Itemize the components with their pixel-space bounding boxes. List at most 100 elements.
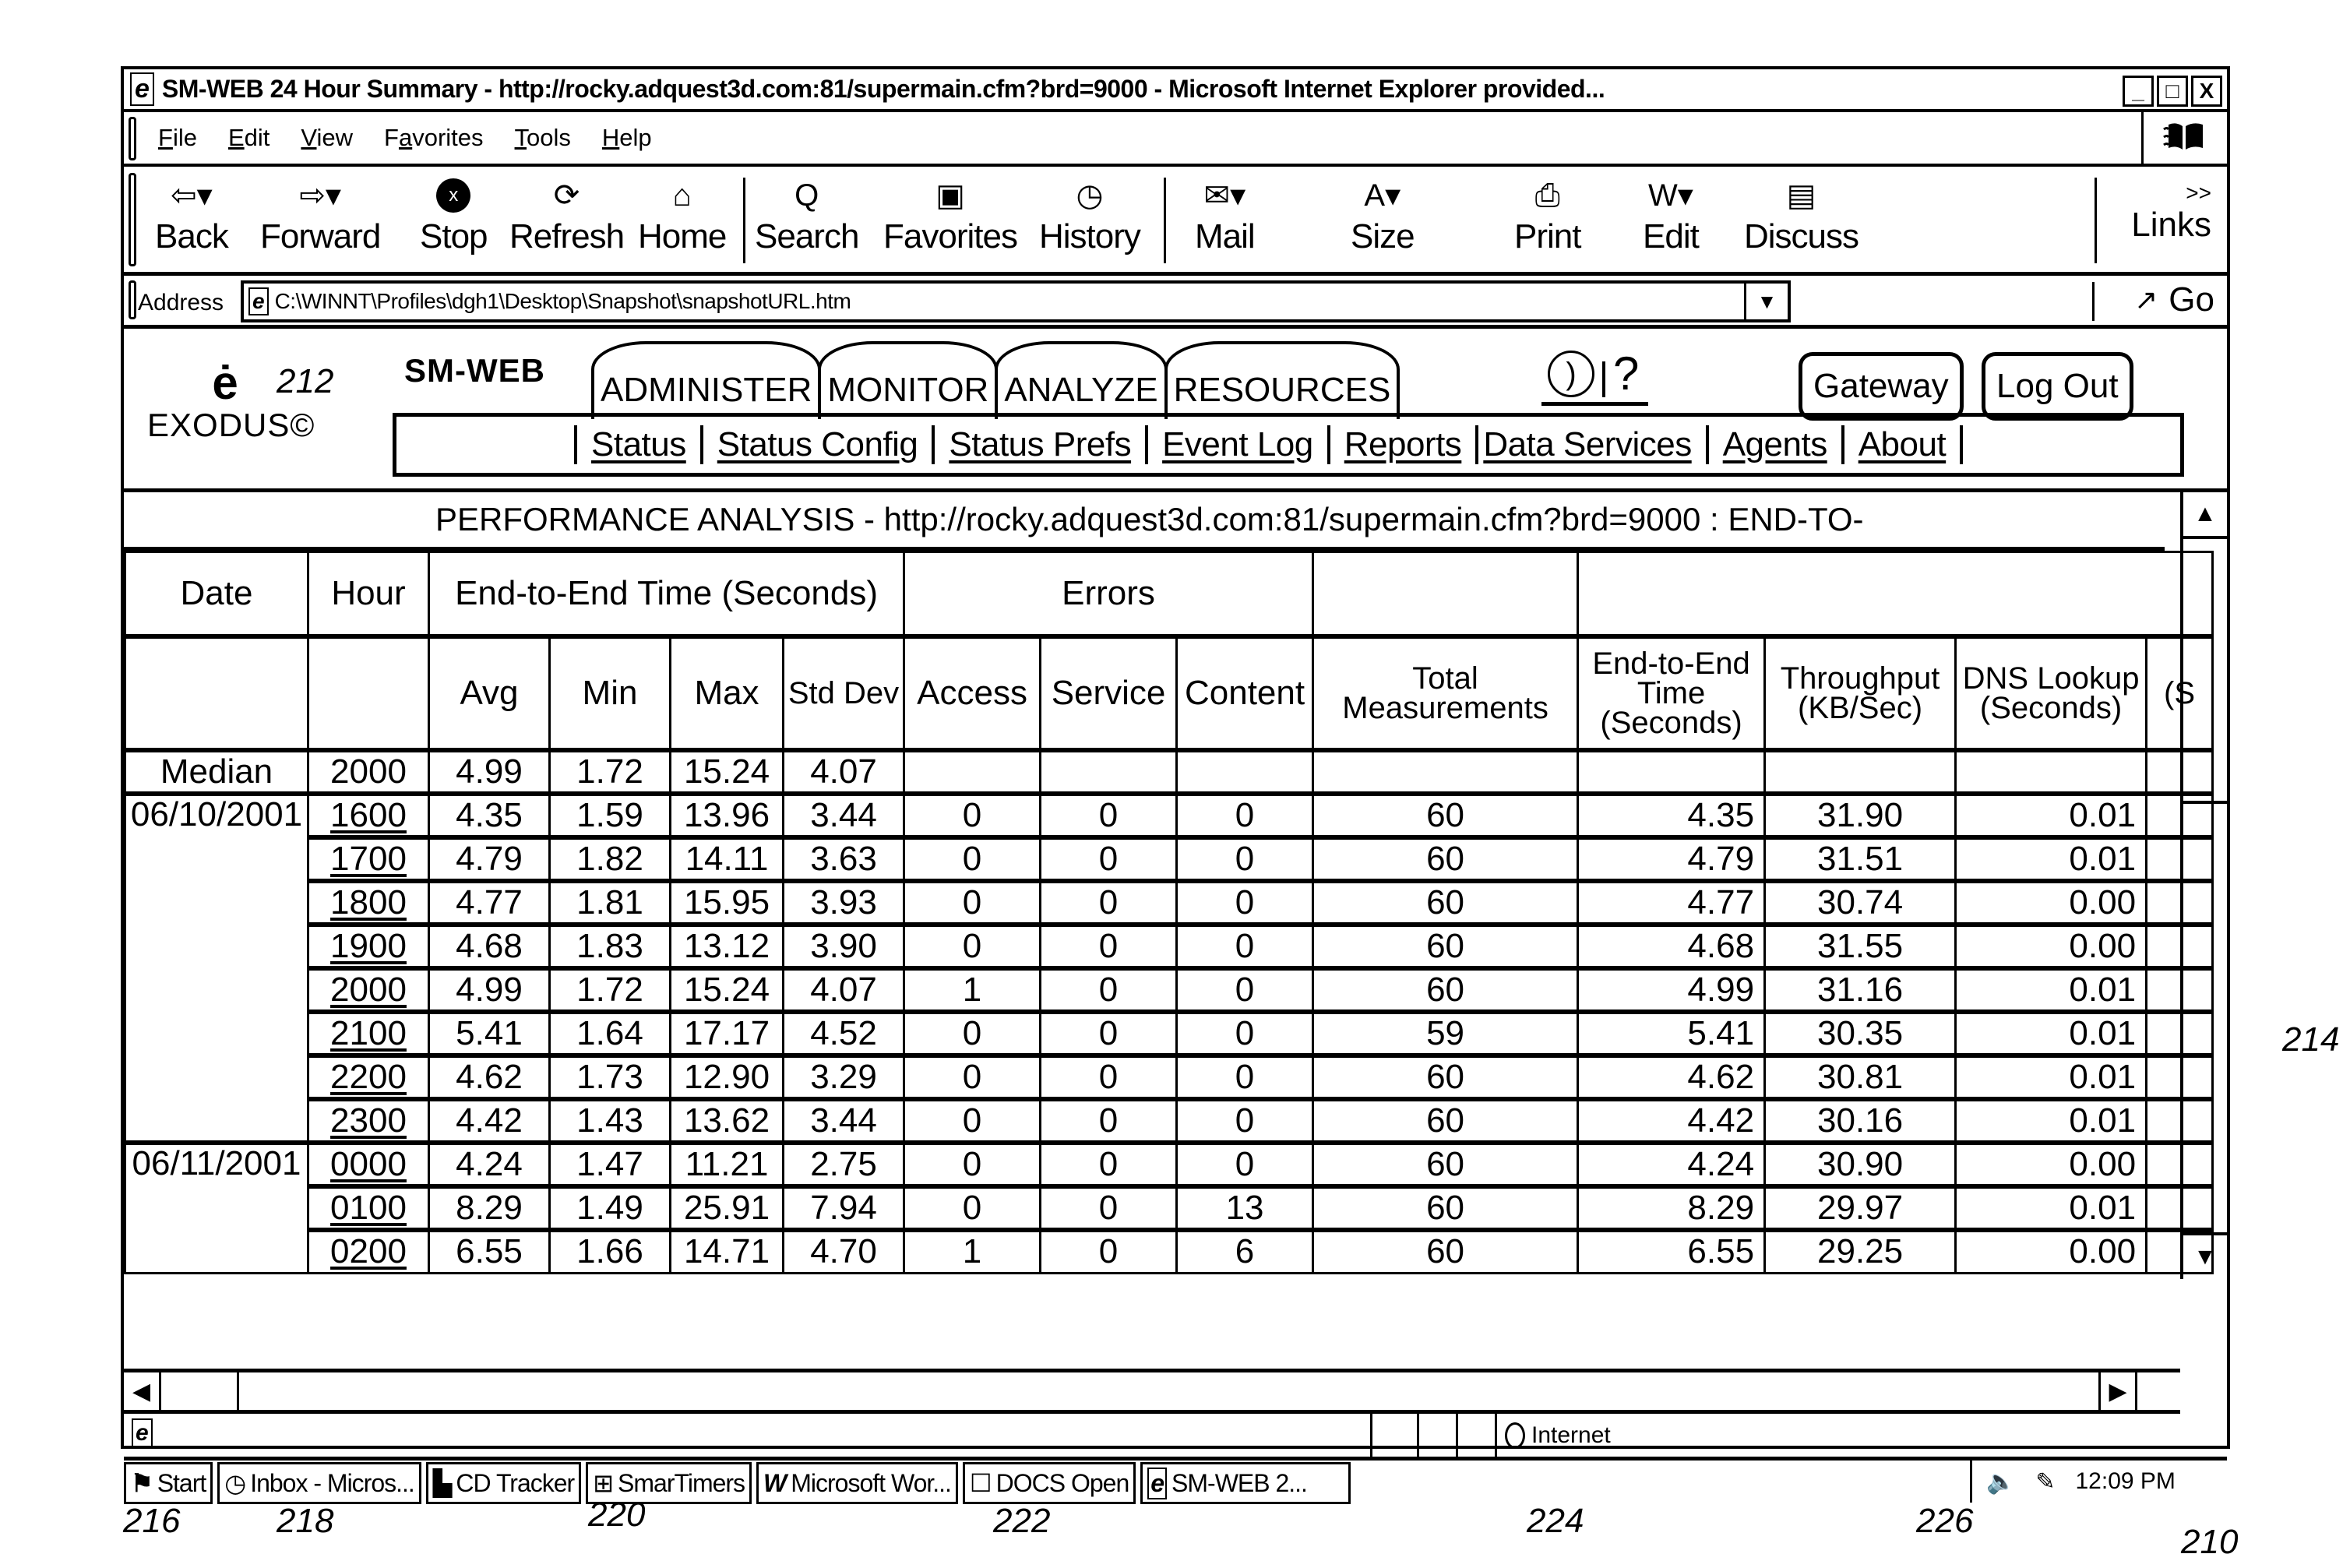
hour-cell[interactable]: 2100	[307, 1009, 430, 1056]
subnav-event-log[interactable]: Event Log	[1162, 425, 1313, 464]
avg-cell: 5.41	[428, 1009, 551, 1056]
history-button[interactable]: ◷ History	[1039, 173, 1141, 255]
hour-cell[interactable]: 1700	[307, 834, 430, 882]
header-total-measurements[interactable]: Total Measurements	[1312, 633, 1580, 751]
favorites-button[interactable]: ▣ Favorites	[883, 173, 1018, 255]
hour-link[interactable]: 0200	[330, 1235, 407, 1271]
menu-view[interactable]: View	[301, 124, 353, 152]
hour-link[interactable]: 0100	[330, 1191, 407, 1227]
tab-analyze[interactable]: ANALYZE	[995, 341, 1168, 419]
stop-button[interactable]: x Stop	[420, 173, 488, 255]
header-max[interactable]: Max	[669, 633, 784, 751]
support-ear-icon[interactable]: )	[1548, 351, 1594, 397]
help-question-icon[interactable]: ?	[1613, 351, 1639, 397]
speaker-icon[interactable]: 🔈	[1986, 1468, 2015, 1496]
header-dns-lookup[interactable]: DNS Lookup (Seconds)	[1954, 633, 2148, 751]
print-button[interactable]: ⎙ Print	[1514, 173, 1581, 255]
header-content[interactable]: Content	[1175, 633, 1315, 751]
hour-link[interactable]: 2300	[330, 1104, 407, 1140]
scroll-left-button[interactable]: ◀	[124, 1372, 161, 1410]
scroll-right-button[interactable]: ▶	[2098, 1372, 2137, 1410]
links-button[interactable]: >> Links	[2131, 181, 2211, 245]
size-button[interactable]: A▾ Size	[1351, 173, 1415, 255]
header-avg[interactable]: Avg	[428, 633, 551, 751]
header-service[interactable]: Service	[1039, 633, 1179, 751]
empty-cell	[2145, 1140, 2214, 1187]
subnav-reports[interactable]: Reports	[1344, 425, 1462, 464]
hour-link[interactable]: 1800	[330, 886, 407, 921]
home-button[interactable]: ⌂ Home	[638, 173, 727, 255]
hour-link[interactable]: 1900	[330, 929, 407, 965]
address-input[interactable]: e C:\WINNT\Profiles\dgh1\Desktop\Snapsho…	[241, 280, 1791, 322]
hour-cell[interactable]: 1900	[307, 921, 430, 969]
hour-cell[interactable]: 2300	[307, 1096, 430, 1143]
menu-tools[interactable]: Tools	[515, 124, 571, 152]
subnav-agents[interactable]: Agents	[1723, 425, 1827, 464]
hour-cell[interactable]: 0000	[307, 1140, 430, 1187]
hour-link[interactable]: 1600	[330, 798, 407, 834]
menu-favorites[interactable]: Favorites	[384, 124, 484, 152]
hour-link[interactable]: 2000	[330, 973, 407, 1009]
hour-cell[interactable]: 0100	[307, 1183, 430, 1231]
mail-button[interactable]: ✉▾ Mail	[1195, 173, 1256, 255]
horizontal-scrollbar[interactable]: ◀ ▶	[124, 1369, 2180, 1414]
header-truncated: (S	[2145, 633, 2214, 751]
taskbar-item-cd-tracker[interactable]: ▙ CD Tracker	[425, 1462, 582, 1504]
menubar-grip-handle[interactable]	[129, 117, 136, 160]
hour-link[interactable]: 1700	[330, 842, 407, 878]
header-std-dev[interactable]: Std Dev	[781, 633, 906, 751]
header-access[interactable]: Access	[903, 633, 1042, 751]
hour-cell[interactable]: 1800	[307, 878, 430, 925]
horizontal-scroll-thumb[interactable]	[161, 1372, 239, 1410]
subnav-about[interactable]: About	[1859, 425, 1947, 464]
subnav-data-services[interactable]: Data Services	[1483, 425, 1692, 464]
start-button[interactable]: ⚑ Start	[124, 1462, 213, 1504]
hour-cell[interactable]: 0200	[307, 1227, 430, 1274]
addressbar-grip-handle[interactable]	[129, 280, 136, 319]
taskbar-item-word[interactable]: W Microsoft Wor...	[756, 1462, 958, 1504]
taskbar-item-inbox[interactable]: ◷ Inbox - Micros...	[217, 1462, 421, 1504]
discuss-button[interactable]: ▤ Discuss	[1744, 173, 1859, 255]
hour-cell[interactable]: 2000	[307, 965, 430, 1013]
taskbar-item-sm-web[interactable]: e SM-WEB 2...	[1140, 1462, 1351, 1504]
app-brand: SM-WEB	[404, 352, 545, 389]
refresh-button[interactable]: ⟳ Refresh	[509, 173, 625, 255]
scroll-up-button[interactable]: ▲	[2183, 492, 2227, 539]
subnav-status-config[interactable]: Status Config	[717, 425, 918, 464]
subnav-status-prefs[interactable]: Status Prefs	[949, 425, 1131, 464]
edit-button[interactable]: W▾ Edit	[1643, 173, 1700, 255]
minimize-button[interactable]: _	[2123, 76, 2154, 107]
hour-link[interactable]: 2200	[330, 1060, 407, 1096]
logout-button[interactable]: Log Out	[1982, 352, 2133, 421]
back-button[interactable]: ⇦▾ Back	[155, 173, 229, 255]
hour-cell[interactable]: 1600	[307, 791, 430, 838]
taskbar-item-docs-open[interactable]: ☐ DOCS Open	[962, 1462, 1136, 1504]
go-button[interactable]: ↗ Go	[2134, 280, 2214, 319]
search-button[interactable]: Q Search	[755, 173, 859, 255]
header-e2e-time[interactable]: End-to-End Time (Seconds)	[1577, 633, 1767, 751]
hour-link[interactable]: 2100	[330, 1017, 407, 1052]
hour-cell[interactable]: 2200	[307, 1052, 430, 1100]
min-cell: 1.72	[548, 965, 671, 1013]
subnav-status[interactable]: Status	[591, 425, 686, 464]
dns-lookup-cell: 0.01	[1954, 791, 2148, 838]
restore-button[interactable]: □	[2157, 76, 2188, 107]
forward-button[interactable]: ⇨▾ Forward	[260, 173, 381, 255]
close-button[interactable]: X	[2191, 76, 2222, 107]
tab-monitor[interactable]: MONITOR	[818, 341, 999, 419]
menu-help[interactable]: Help	[602, 124, 652, 152]
toolbar-grip-handle[interactable]	[129, 173, 136, 266]
hour-link[interactable]: 0000	[330, 1147, 407, 1183]
menu-edit[interactable]: Edit	[228, 124, 270, 152]
pen-icon[interactable]: ✎	[2035, 1468, 2055, 1496]
address-dropdown-button[interactable]: ▼	[1744, 284, 1788, 319]
nav-separator	[1145, 425, 1149, 464]
total-measurements-cell: 60	[1312, 791, 1580, 838]
tab-resources[interactable]: RESOURCES	[1164, 341, 1400, 419]
tab-administer[interactable]: ADMINISTER	[591, 341, 822, 419]
empty-cell	[2145, 1183, 2214, 1231]
menu-file[interactable]: File	[158, 124, 197, 152]
header-throughput[interactable]: Throughput (KB/Sec)	[1763, 633, 1957, 751]
header-min[interactable]: Min	[548, 633, 671, 751]
gateway-button[interactable]: Gateway	[1799, 352, 1964, 421]
